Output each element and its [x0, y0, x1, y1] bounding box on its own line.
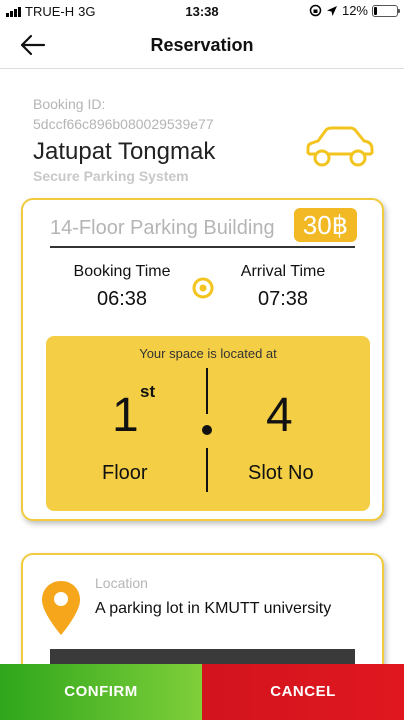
floor-suffix: st: [140, 382, 156, 401]
slot-number: 4: [266, 389, 293, 442]
booking-time-value: 06:38: [96, 288, 148, 310]
floor-number: 1: [112, 389, 139, 442]
arrival-time-label: Arrival Time: [240, 263, 326, 280]
cancel-button[interactable]: CANCEL: [202, 664, 404, 720]
location-value: A parking lot in KMUTT university: [95, 600, 332, 617]
status-right: 12%: [309, 3, 400, 18]
car-icon: [306, 126, 374, 167]
slot-label: Slot No: [248, 462, 314, 484]
booking-id-label: Booking ID:: [33, 96, 106, 112]
arrival-time-value: 07:38: [257, 288, 309, 310]
building-name: 14-Floor Parking Building: [50, 217, 275, 239]
orientation-lock-icon: [309, 4, 322, 17]
status-bar: TRUE-H 3G 13:38 12%: [0, 0, 404, 22]
battery-percent: 12%: [341, 3, 368, 18]
header: Reservation: [0, 22, 404, 69]
map-pin-icon: [42, 581, 80, 635]
building-underline: [50, 246, 355, 248]
booking-time-label: Booking Time: [73, 263, 171, 280]
divider-bottom: [206, 448, 208, 492]
user-name: Jatupat Tongmak: [33, 138, 216, 165]
booking-id-value: 5dccf66c896b080029539e77: [33, 116, 214, 132]
price-badge: 30฿: [294, 208, 357, 242]
page-title: Reservation: [150, 35, 254, 55]
divider-top: [206, 368, 208, 414]
location-arrow-icon: [326, 5, 337, 16]
battery-icon: [372, 4, 400, 17]
system-name: Secure Parking System: [33, 168, 189, 184]
location-label: Location: [95, 575, 148, 591]
divider-dot: [202, 425, 212, 435]
space-location-panel: Your space is located at 1 st 4 Floor Sl…: [46, 336, 370, 511]
floor-label: Floor: [102, 462, 148, 484]
reservation-card: 14-Floor Parking Building 30฿ Booking Ti…: [21, 198, 384, 521]
target-icon: [192, 277, 214, 299]
space-caption: Your space is located at: [139, 346, 277, 361]
confirm-button[interactable]: CONFIRM: [0, 664, 202, 720]
